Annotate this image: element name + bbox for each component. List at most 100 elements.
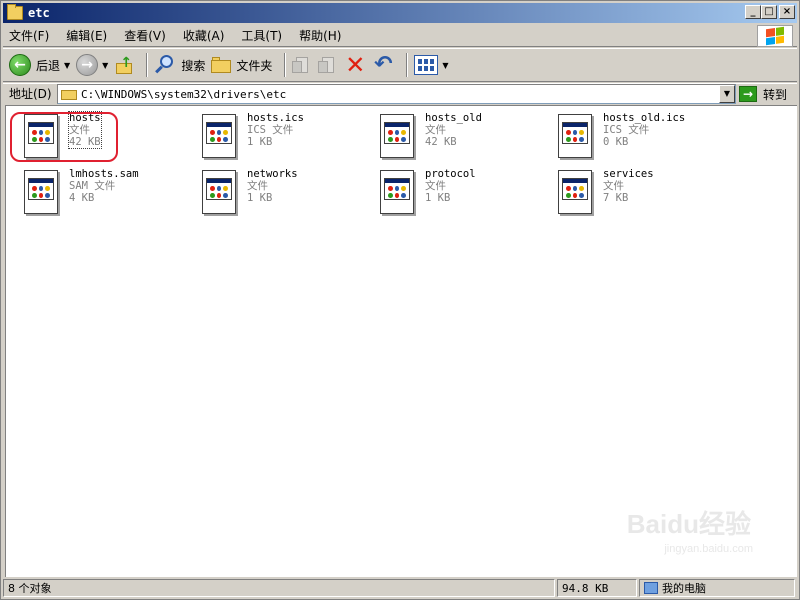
search-label: 搜索 [181, 58, 206, 73]
go-button[interactable]: → 转到 [739, 84, 787, 104]
address-path: C:\WINDOWS\system32\drivers\etc [81, 87, 287, 101]
delete-button[interactable]: ✕ [344, 51, 366, 79]
up-button[interactable]: ↑ [114, 55, 134, 75]
menu-view[interactable]: 查看(V) [124, 27, 166, 44]
move-to-icon [292, 55, 312, 75]
address-dropdown-icon[interactable]: ▼ [719, 85, 735, 103]
file-type: ICS 文件 [603, 124, 650, 136]
file-list[interactable]: hosts 文件 42 KB hosts.ics ICS 文件 1 KB hos… [5, 105, 797, 577]
folder-icon [61, 88, 77, 100]
status-size: 94.8 KB [557, 579, 637, 597]
file-details: hosts.ics ICS 文件 1 KB [247, 112, 304, 148]
system-file-icon [200, 170, 238, 216]
file-item[interactable]: hosts_old.ics ICS 文件 0 KB [548, 110, 718, 162]
undo-icon: ↶ [374, 52, 393, 77]
menu-tools[interactable]: 工具(T) [241, 27, 282, 44]
minimize-button[interactable]: _ [745, 5, 761, 19]
file-item[interactable]: hosts.ics ICS 文件 1 KB [192, 110, 362, 162]
computer-icon [644, 582, 658, 594]
go-label: 转到 [763, 87, 788, 102]
file-name: hosts [69, 112, 101, 124]
folder-up-icon: ↑ [114, 55, 134, 75]
file-details: networks 文件 1 KB [247, 168, 298, 204]
system-file-icon [556, 170, 594, 216]
file-name: lmhosts.sam [69, 168, 139, 180]
file-size: 42 KB [425, 136, 457, 148]
status-object-count: 8 个对象 [3, 579, 555, 597]
menu-favorites[interactable]: 收藏(A) [183, 27, 225, 44]
search-button[interactable]: 搜索 [154, 54, 205, 76]
menu-edit[interactable]: 编辑(E) [66, 27, 107, 44]
folder-icon [211, 57, 232, 73]
window-title: etc [28, 6, 50, 20]
back-dropdown-icon[interactable]: ▼ [64, 61, 70, 70]
file-size: 7 KB [603, 192, 629, 204]
file-name: services [603, 168, 654, 180]
views-dropdown-icon[interactable]: ▼ [442, 61, 448, 70]
file-item[interactable]: hosts 文件 42 KB [14, 110, 184, 162]
file-item[interactable]: lmhosts.sam SAM 文件 4 KB [14, 166, 184, 218]
views-icon [414, 55, 439, 75]
status-bar: 8 个对象 94.8 KB 我的电脑 [3, 578, 797, 598]
forward-button[interactable]: → ▼ [76, 54, 108, 76]
file-item[interactable]: services 文件 7 KB [548, 166, 718, 218]
file-size: 1 KB [247, 136, 273, 148]
toolbar-separator [406, 53, 409, 77]
file-name: hosts_old.ics [603, 112, 686, 124]
menu-help[interactable]: 帮助(H) [299, 27, 341, 44]
file-details: lmhosts.sam SAM 文件 4 KB [69, 168, 139, 204]
file-details: protocol 文件 1 KB [425, 168, 476, 204]
system-file-icon [22, 170, 60, 216]
title-bar[interactable]: etc _ □ × [3, 3, 797, 23]
file-type: 文件 [603, 180, 624, 192]
file-details: hosts 文件 42 KB [68, 111, 102, 149]
folders-button[interactable]: 文件夹 [211, 57, 272, 74]
file-item[interactable]: protocol 文件 1 KB [370, 166, 540, 218]
status-location-label: 我的电脑 [662, 582, 706, 595]
move-to-button[interactable] [292, 55, 312, 75]
window-controls: _ □ × [745, 5, 795, 19]
copy-to-button[interactable] [318, 55, 338, 75]
file-size: 42 KB [69, 136, 101, 148]
folders-label: 文件夹 [236, 58, 273, 73]
close-button[interactable]: × [779, 5, 795, 19]
menu-file[interactable]: 文件(F) [9, 27, 49, 44]
system-file-icon [378, 170, 416, 216]
menu-bar: 文件(F) 编辑(E) 查看(V) 收藏(A) 工具(T) 帮助(H) [3, 25, 797, 47]
windows-logo-icon [757, 25, 793, 47]
back-arrow-icon: ← [9, 54, 31, 76]
go-arrow-icon: → [739, 86, 757, 102]
back-label: 后退 [36, 58, 61, 73]
file-type: 文件 [425, 124, 446, 136]
file-name: protocol [425, 168, 476, 180]
file-item[interactable]: hosts_old 文件 42 KB [370, 110, 540, 162]
watermark-logo: Baidu经验 [626, 509, 751, 539]
explorer-window: etc _ □ × 文件(F) 编辑(E) 查看(V) 收藏(A) 工具(T) … [0, 0, 800, 600]
file-size: 1 KB [425, 192, 451, 204]
file-size: 0 KB [603, 136, 629, 148]
forward-dropdown-icon[interactable]: ▼ [102, 61, 108, 70]
file-details: services 文件 7 KB [603, 168, 654, 204]
delete-x-icon: ✕ [345, 51, 366, 79]
system-file-icon [378, 114, 416, 160]
file-type: 文件 [247, 180, 268, 192]
watermark-url: jingyan.baidu.com [664, 543, 753, 555]
file-size: 1 KB [247, 192, 273, 204]
file-type: SAM 文件 [69, 180, 116, 192]
file-type: 文件 [69, 124, 90, 136]
copy-to-icon [318, 55, 338, 75]
system-file-icon [200, 114, 238, 160]
file-item[interactable]: networks 文件 1 KB [192, 166, 362, 218]
system-file-icon [556, 114, 594, 160]
file-name: hosts_old [425, 112, 482, 124]
folder-icon [7, 4, 23, 20]
file-name: networks [247, 168, 298, 180]
back-button[interactable]: ← 后退 ▼ [9, 54, 70, 76]
undo-button[interactable]: ↶ [372, 52, 394, 77]
file-name: hosts.ics [247, 112, 304, 124]
forward-arrow-icon: → [76, 54, 99, 76]
file-type: 文件 [425, 180, 446, 192]
maximize-button[interactable]: □ [761, 5, 777, 19]
address-input[interactable]: C:\WINDOWS\system32\drivers\etc ▼ [57, 84, 736, 104]
views-button[interactable]: ▼ [414, 55, 449, 75]
